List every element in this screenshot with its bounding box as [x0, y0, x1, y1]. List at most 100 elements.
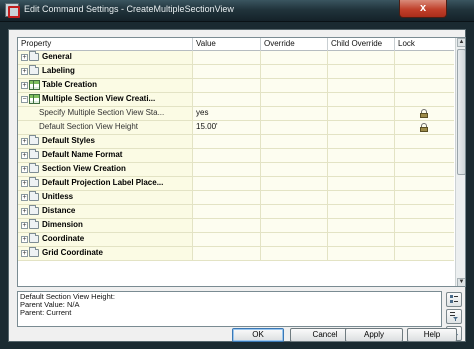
help-button[interactable]: Help — [407, 328, 457, 342]
expand-icon[interactable]: + — [21, 180, 28, 187]
lock-icon[interactable] — [420, 123, 428, 132]
property-value[interactable]: yes — [196, 108, 208, 117]
category-row[interactable]: + Grid Coordinate — [18, 247, 454, 261]
grid-cell[interactable] — [261, 233, 327, 246]
lock-icon[interactable] — [420, 109, 428, 118]
apply-button[interactable]: Apply — [345, 328, 403, 342]
grid-cell[interactable] — [193, 149, 260, 162]
grid-cell[interactable] — [328, 79, 394, 92]
grid-cell[interactable] — [328, 121, 394, 134]
grid-cell[interactable] — [193, 205, 260, 218]
category-row[interactable]: + Default Styles — [18, 135, 454, 149]
expand-icon[interactable]: + — [21, 138, 28, 145]
grid-cell[interactable] — [328, 107, 394, 120]
grid-cell[interactable] — [193, 163, 260, 176]
scroll-thumb[interactable] — [457, 49, 465, 175]
scroll-down-arrow-icon[interactable]: ▼ — [457, 278, 465, 286]
category-row[interactable]: + Coordinate — [18, 233, 454, 247]
grid-cell[interactable] — [395, 163, 454, 176]
grid-cell[interactable] — [395, 219, 454, 232]
category-row[interactable]: + Table Creation — [18, 79, 454, 93]
column-separator[interactable] — [192, 38, 193, 51]
column-header-override[interactable]: Override — [264, 39, 295, 48]
category-row[interactable]: + Distance — [18, 205, 454, 219]
filter-button[interactable] — [446, 309, 462, 324]
property-row[interactable]: Default Section View Height 15.00' — [18, 121, 454, 135]
column-separator[interactable] — [327, 38, 328, 51]
grid-cell[interactable] — [261, 65, 327, 78]
grid-cell[interactable] — [328, 149, 394, 162]
grid-cell[interactable] — [328, 191, 394, 204]
grid-cell[interactable] — [193, 93, 260, 106]
category-row[interactable]: + Labeling — [18, 65, 454, 79]
grid-cell[interactable] — [328, 65, 394, 78]
column-header-value[interactable]: Value — [196, 39, 216, 48]
category-row[interactable]: + Section View Creation — [18, 163, 454, 177]
column-header-child-override[interactable]: Child Override — [331, 39, 382, 48]
column-header-lock[interactable]: Lock — [398, 39, 415, 48]
expand-icon[interactable]: + — [21, 208, 28, 215]
grid-cell[interactable] — [261, 177, 327, 190]
expand-icon[interactable]: + — [21, 194, 28, 201]
expand-icon[interactable]: + — [21, 82, 28, 89]
expand-icon[interactable]: + — [21, 54, 28, 61]
grid-cell[interactable] — [395, 79, 454, 92]
collapse-icon[interactable]: − — [21, 96, 28, 103]
grid-cell[interactable] — [261, 79, 327, 92]
grid-cell[interactable] — [328, 205, 394, 218]
grid-cell[interactable] — [395, 149, 454, 162]
grid-cell[interactable] — [328, 51, 394, 64]
grid-cell[interactable] — [328, 233, 394, 246]
grid-cell[interactable] — [193, 247, 260, 260]
vertical-scrollbar[interactable]: ▲ ▼ — [455, 38, 465, 286]
grid-cell[interactable] — [395, 65, 454, 78]
grid-cell[interactable] — [261, 135, 327, 148]
grid-cell[interactable] — [193, 177, 260, 190]
grid-cell[interactable] — [261, 205, 327, 218]
grid-cell[interactable] — [328, 93, 394, 106]
expand-icon[interactable]: + — [21, 236, 28, 243]
column-separator[interactable] — [260, 38, 261, 51]
grid-cell[interactable] — [193, 233, 260, 246]
ok-button[interactable]: OK — [232, 328, 284, 342]
grid-cell[interactable] — [395, 247, 454, 260]
grid-cell[interactable] — [395, 205, 454, 218]
grid-cell[interactable] — [261, 191, 327, 204]
close-button[interactable]: x — [399, 0, 447, 18]
category-row[interactable]: + Dimension — [18, 219, 454, 233]
grid-cell[interactable] — [261, 51, 327, 64]
grid-cell[interactable] — [193, 191, 260, 204]
category-row[interactable]: + General — [18, 51, 454, 65]
grid-cell[interactable] — [261, 107, 327, 120]
expand-icon[interactable]: + — [21, 152, 28, 159]
grid-cell[interactable] — [193, 219, 260, 232]
scroll-up-arrow-icon[interactable]: ▲ — [457, 38, 465, 47]
grid-cell[interactable] — [395, 93, 454, 106]
expand-icon[interactable]: + — [21, 68, 28, 75]
grid-cell[interactable] — [395, 191, 454, 204]
grid-cell[interactable] — [328, 219, 394, 232]
grid-cell[interactable] — [261, 93, 327, 106]
grid-cell[interactable] — [328, 135, 394, 148]
category-row[interactable]: − Multiple Section View Creati... — [18, 93, 454, 107]
expand-icon[interactable]: + — [21, 222, 28, 229]
property-value[interactable]: 15.00' — [196, 122, 218, 131]
category-row[interactable]: + Default Name Format — [18, 149, 454, 163]
grid-cell[interactable] — [395, 135, 454, 148]
grid-cell[interactable] — [261, 149, 327, 162]
property-row[interactable]: Specify Multiple Section View Sta... yes — [18, 107, 454, 121]
grid-cell[interactable] — [395, 233, 454, 246]
expand-icon[interactable]: + — [21, 250, 28, 257]
grid-cell[interactable] — [193, 51, 260, 64]
grid-cell[interactable] — [193, 79, 260, 92]
grid-cell[interactable] — [395, 51, 454, 64]
category-row[interactable]: + Unitless — [18, 191, 454, 205]
grid-cell[interactable] — [328, 163, 394, 176]
category-row[interactable]: + Default Projection Label Place... — [18, 177, 454, 191]
grid-cell[interactable] — [261, 247, 327, 260]
grid-cell[interactable] — [193, 135, 260, 148]
grid-cell[interactable] — [261, 163, 327, 176]
column-separator[interactable] — [394, 38, 395, 51]
grid-cell[interactable] — [261, 219, 327, 232]
grid-cell[interactable] — [395, 177, 454, 190]
